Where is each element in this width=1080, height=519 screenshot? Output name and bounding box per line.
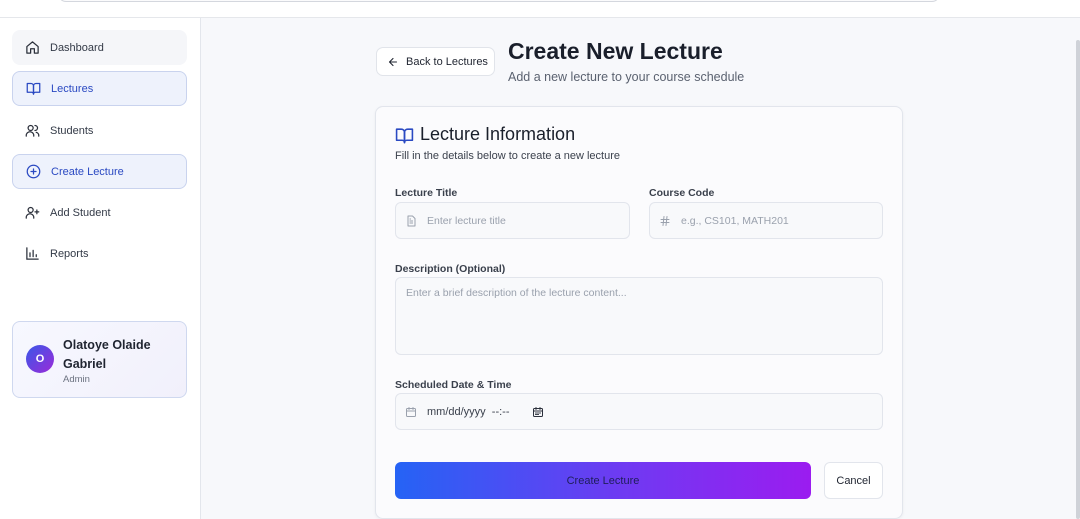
calendar-icon (405, 406, 417, 418)
sidebar: Dashboard Lectures Students Create Lectu… (0, 18, 201, 519)
sidebar-item-dashboard[interactable]: Dashboard (12, 30, 187, 65)
course-code-label: Course Code (649, 187, 715, 199)
description-label: Description (Optional) (395, 263, 506, 275)
bar-chart-icon (24, 246, 40, 262)
book-icon (25, 81, 41, 97)
page-title: Create New Lecture (508, 38, 723, 64)
cancel-button[interactable]: Cancel (824, 462, 883, 499)
sidebar-item-label: Lectures (51, 82, 94, 95)
sidebar-item-lectures[interactable]: Lectures (12, 71, 187, 106)
description-placeholder: Enter a brief description of the lecture… (406, 287, 627, 299)
scheduled-value: mm/dd/yyyy --:-- (427, 405, 510, 418)
course-code-placeholder: e.g., CS101, MATH201 (681, 214, 789, 227)
lecture-title-label: Lecture Title (395, 187, 458, 199)
document-icon (405, 215, 417, 227)
calendar-picker-icon[interactable] (532, 406, 544, 418)
user-role: Admin (63, 374, 90, 385)
back-to-lectures-button[interactable]: Back to Lectures (376, 47, 495, 76)
user-name: Olatoye Olaide Gabriel (63, 338, 151, 371)
page-subtitle: Add a new lecture to your course schedul… (508, 70, 745, 84)
sidebar-item-add-student[interactable]: Add Student (12, 195, 187, 230)
form-title: Lecture Information (420, 124, 576, 144)
avatar: O (26, 345, 54, 373)
form-subtitle: Fill in the details below to create a ne… (395, 150, 621, 162)
user-profile-card[interactable]: O Olatoye Olaide Gabriel Admin (12, 321, 187, 398)
home-icon (24, 40, 40, 56)
book-icon (395, 126, 414, 145)
sidebar-item-label: Add Student (50, 206, 111, 219)
browser-top-bar (0, 0, 1080, 18)
scrollbar[interactable] (1076, 40, 1080, 519)
hash-icon (659, 215, 671, 227)
sidebar-item-create-lecture[interactable]: Create Lecture (12, 154, 187, 189)
address-bar[interactable] (58, 0, 940, 2)
sidebar-item-students[interactable]: Students (12, 113, 187, 148)
sidebar-item-label: Dashboard (50, 41, 104, 54)
sidebar-item-reports[interactable]: Reports (12, 236, 187, 271)
description-textarea[interactable]: Enter a brief description of the lecture… (395, 277, 883, 355)
scheduled-datetime-input[interactable]: mm/dd/yyyy --:-- (395, 393, 883, 430)
users-icon (24, 123, 40, 139)
sidebar-item-label: Reports (50, 247, 89, 260)
user-plus-icon (24, 205, 40, 221)
back-button-label: Back to Lectures (406, 55, 488, 68)
lecture-title-input[interactable]: Enter lecture title (395, 202, 630, 239)
arrow-left-icon (387, 56, 399, 68)
sidebar-item-label: Create Lecture (51, 165, 124, 178)
scheduled-label: Scheduled Date & Time (395, 379, 512, 391)
sidebar-item-label: Students (50, 124, 94, 137)
lecture-title-placeholder: Enter lecture title (427, 214, 506, 227)
plus-circle-icon (25, 164, 41, 180)
course-code-input[interactable]: e.g., CS101, MATH201 (649, 202, 883, 239)
create-lecture-button[interactable]: Create Lecture (395, 462, 811, 499)
